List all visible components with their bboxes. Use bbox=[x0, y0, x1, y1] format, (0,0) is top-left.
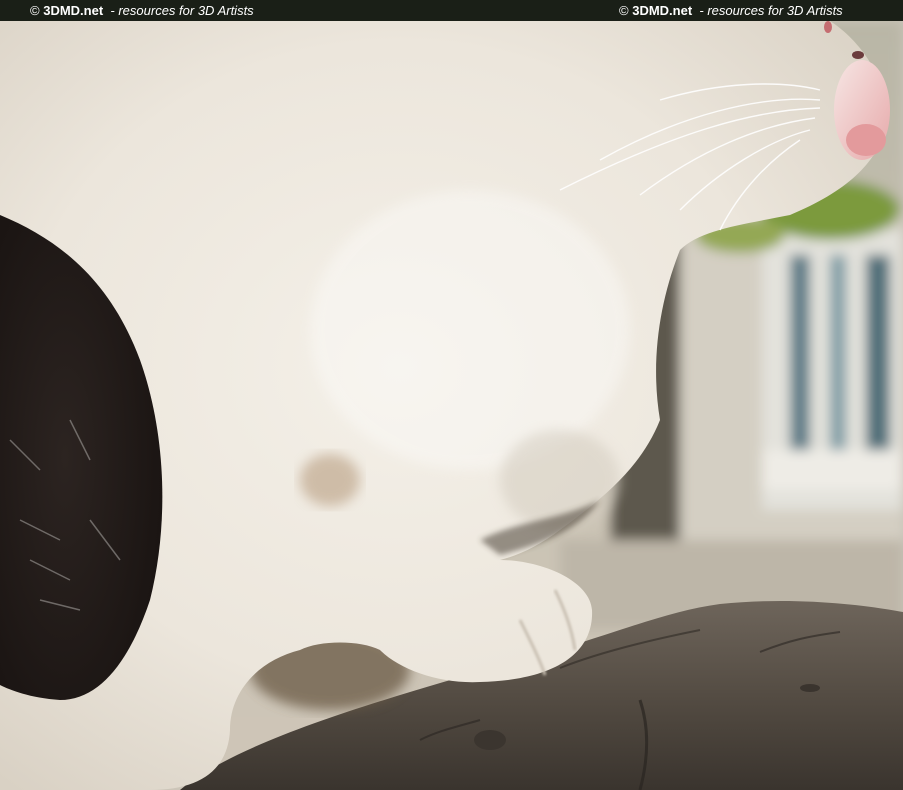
brand-tagline: - resources for 3D Artists bbox=[110, 3, 254, 18]
page: © 3DMD.net - resources for 3D Artists © … bbox=[0, 0, 903, 790]
cat-photo bbox=[0, 21, 903, 790]
brand-tagline: - resources for 3D Artists bbox=[699, 3, 843, 18]
watermark-right: © 3DMD.net - resources for 3D Artists bbox=[619, 0, 843, 21]
watermark-left: © 3DMD.net - resources for 3D Artists bbox=[30, 0, 254, 21]
copyright-symbol: © bbox=[30, 3, 40, 18]
brand-name: 3DMD.net bbox=[43, 3, 104, 18]
brand-name: 3DMD.net bbox=[632, 3, 693, 18]
copyright-symbol: © bbox=[619, 3, 629, 18]
watermark-bar: © 3DMD.net - resources for 3D Artists © … bbox=[0, 0, 903, 21]
